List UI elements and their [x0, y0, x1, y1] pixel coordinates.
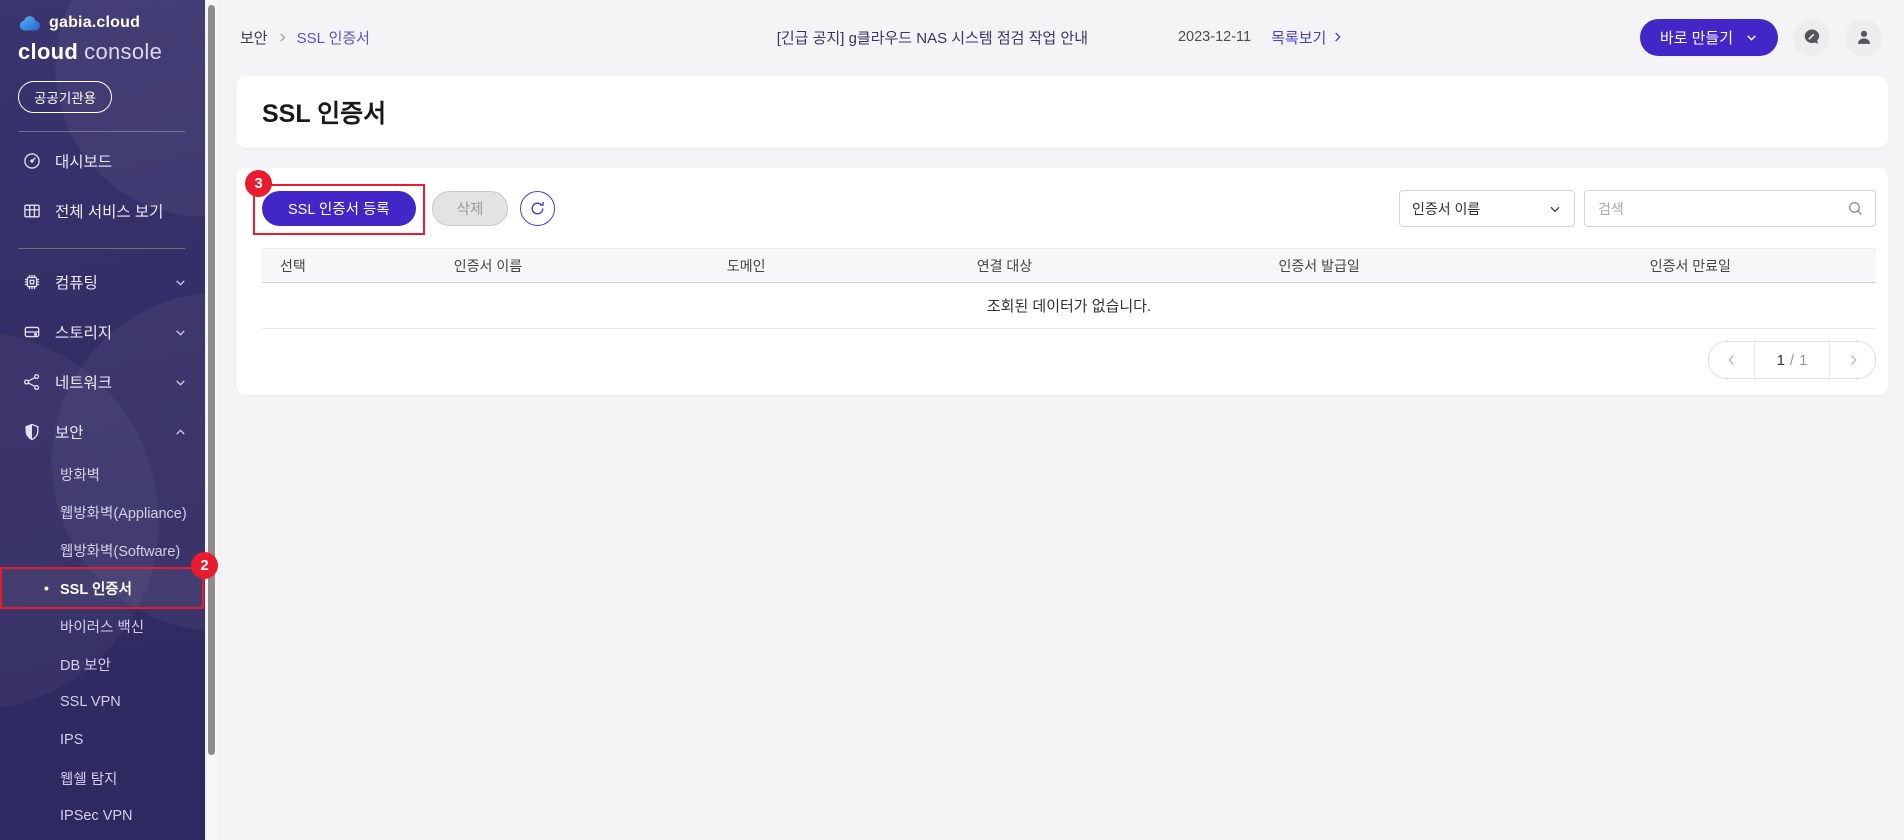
sidebar-item-computing[interactable]: 컴퓨팅 [0, 257, 205, 307]
page-title-card: SSL 인증서 [236, 76, 1888, 148]
sidebar-subitem-virus-vaccine[interactable]: 바이러스 백신 [0, 607, 205, 645]
total-pages: 1 [1799, 352, 1807, 369]
column-domain: 도메인 [617, 256, 875, 276]
sidebar-item-storage[interactable]: 스토리지 [0, 307, 205, 357]
sidebar-subitem-waf-software[interactable]: 웹방화벽(Software) [0, 531, 205, 569]
next-page-button[interactable] [1829, 342, 1875, 378]
delete-button[interactable]: 삭제 [432, 191, 509, 226]
notice-link[interactable]: [긴급 공지] g클라우드 NAS 시스템 점검 작업 안내 [777, 27, 1088, 48]
nodes-icon [22, 372, 42, 392]
register-ssl-certificate-button[interactable]: SSL 인증서 등록 [262, 191, 416, 226]
sidebar-item-label: 전체 서비스 보기 [55, 200, 187, 222]
sidebar-subitem-ssl-vpn[interactable]: SSL VPN [0, 683, 205, 721]
sidebar-item-all-services[interactable]: 전체 서비스 보기 [0, 186, 205, 236]
empty-state-message: 조회된 데이터가 없습니다. [262, 283, 1876, 329]
sidebar-item-label: 컴퓨팅 [55, 271, 161, 293]
page-indicator: 1 / 1 [1755, 342, 1829, 378]
notice-list-link[interactable]: 목록보기 [1271, 27, 1343, 48]
sidebar-item-network[interactable]: 네트워크 [0, 357, 205, 407]
search-icon[interactable] [1847, 200, 1864, 217]
column-cert-name: 인증서 이름 [359, 256, 617, 276]
chevron-right-icon [1331, 31, 1343, 43]
quick-create-button[interactable]: 바로 만들기 [1640, 19, 1778, 56]
chevron-down-icon [174, 376, 187, 389]
column-issue-date: 인증서 발급일 [1134, 256, 1505, 276]
public-org-badge: 공공기관용 [18, 81, 112, 113]
sidebar-divider [18, 131, 185, 132]
notice-date: 2023-12-11 [1178, 29, 1251, 45]
column-select: 선택 [262, 256, 359, 276]
cloud-console-app: gabia.cloud cloudconsole 공공기관용 대시보드 전체 서… [0, 0, 1904, 840]
chip-icon [22, 272, 42, 292]
chevron-up-icon [174, 426, 187, 439]
sidebar-subitem-ssl-certificate[interactable]: SSL 인증서 2 [0, 569, 205, 607]
grid-icon [22, 201, 42, 221]
sidebar-item-label: 네트워크 [55, 371, 161, 393]
sidebar-divider [18, 248, 185, 249]
prev-page-button[interactable] [1709, 342, 1755, 378]
chevron-down-icon [1745, 31, 1758, 44]
breadcrumb: 보안 SSL 인증서 [240, 27, 370, 48]
gauge-icon [22, 151, 42, 171]
annotation-step-badge: 3 [245, 170, 272, 197]
top-header: 보안 SSL 인증서 [긴급 공지] g클라우드 NAS 시스템 점검 작업 안… [216, 0, 1904, 74]
refresh-icon [529, 200, 546, 217]
current-page: 1 [1777, 352, 1785, 369]
chat-pencil-icon [1802, 27, 1822, 47]
console-title: cloudconsole [18, 39, 205, 65]
security-submenu: 방화벽 웹방화벽(Appliance) 웹방화벽(Software) SSL 인… [0, 455, 205, 835]
sidebar-item-security[interactable]: 보안 [0, 407, 205, 457]
certificate-table: 선택 인증서 이름 도메인 연결 대상 인증서 발급일 인증서 만료일 조회된 … [262, 248, 1876, 329]
search-box [1584, 190, 1876, 227]
search-controls: 인증서 이름 [1399, 190, 1876, 227]
filter-field-select[interactable]: 인증서 이름 [1399, 190, 1575, 227]
sidebar-item-dashboard[interactable]: 대시보드 [0, 136, 205, 186]
certificate-list-card: SSL 인증서 등록 3 삭제 인증서 이름 [236, 168, 1888, 395]
chevron-left-icon [1725, 353, 1739, 367]
pagination: 1 / 1 [1708, 341, 1876, 379]
sidebar-subitem-webshell-detect[interactable]: 웹쉘 탐지 [0, 759, 205, 797]
page-title: SSL 인증서 [262, 94, 386, 130]
sidebar-nav: 대시보드 전체 서비스 보기 컴퓨팅 [0, 136, 205, 835]
main-area: 보안 SSL 인증서 [긴급 공지] g클라우드 NAS 시스템 점검 작업 안… [216, 0, 1904, 840]
refresh-button[interactable] [520, 191, 555, 226]
drive-icon [22, 322, 42, 342]
breadcrumb-current: SSL 인증서 [297, 27, 370, 48]
account-button[interactable] [1845, 19, 1882, 56]
sidebar-scrollbar-thumb[interactable] [208, 5, 215, 755]
chevron-right-icon [1846, 353, 1860, 367]
sidebar-subitem-waf-appliance[interactable]: 웹방화벽(Appliance) [0, 493, 205, 531]
chevron-down-icon [174, 276, 187, 289]
annotation-step-badge: 2 [191, 552, 218, 579]
person-icon [1854, 27, 1874, 47]
shield-icon [22, 422, 42, 442]
chevron-right-icon [277, 32, 288, 43]
sidebar-subitem-firewall[interactable]: 방화벽 [0, 455, 205, 493]
breadcrumb-parent[interactable]: 보안 [240, 27, 268, 48]
search-input[interactable] [1596, 200, 1847, 218]
sidebar-item-label: 대시보드 [55, 150, 187, 172]
sidebar: gabia.cloud cloudconsole 공공기관용 대시보드 전체 서… [0, 0, 205, 840]
support-button[interactable] [1793, 19, 1830, 56]
column-expiry-date: 인증서 만료일 [1505, 256, 1876, 276]
brand-name: gabia.cloud [49, 14, 140, 32]
pagination-row: 1 / 1 [262, 341, 1876, 379]
logo-block: gabia.cloud cloudconsole [0, 0, 205, 65]
sidebar-subitem-ipsec-vpn[interactable]: IPSec VPN [0, 797, 205, 835]
cloud-logo-icon [18, 15, 42, 32]
sidebar-subitem-ips[interactable]: IPS [0, 721, 205, 759]
table-header-row: 선택 인증서 이름 도메인 연결 대상 인증서 발급일 인증서 만료일 [262, 248, 1876, 283]
column-connection-target: 연결 대상 [875, 256, 1133, 276]
toolbar: SSL 인증서 등록 3 삭제 인증서 이름 [262, 168, 1876, 227]
sidebar-item-label: 보안 [55, 421, 161, 443]
chevron-down-icon [174, 326, 187, 339]
sidebar-item-label: 스토리지 [55, 321, 161, 343]
top-actions: 바로 만들기 [1640, 0, 1882, 74]
chevron-down-icon [1548, 202, 1562, 216]
filter-selected-value: 인증서 이름 [1412, 199, 1548, 219]
notice-bar: [긴급 공지] g클라우드 NAS 시스템 점검 작업 안내 2023-12-1… [777, 0, 1344, 74]
sidebar-subitem-db-security[interactable]: DB 보안 [0, 645, 205, 683]
